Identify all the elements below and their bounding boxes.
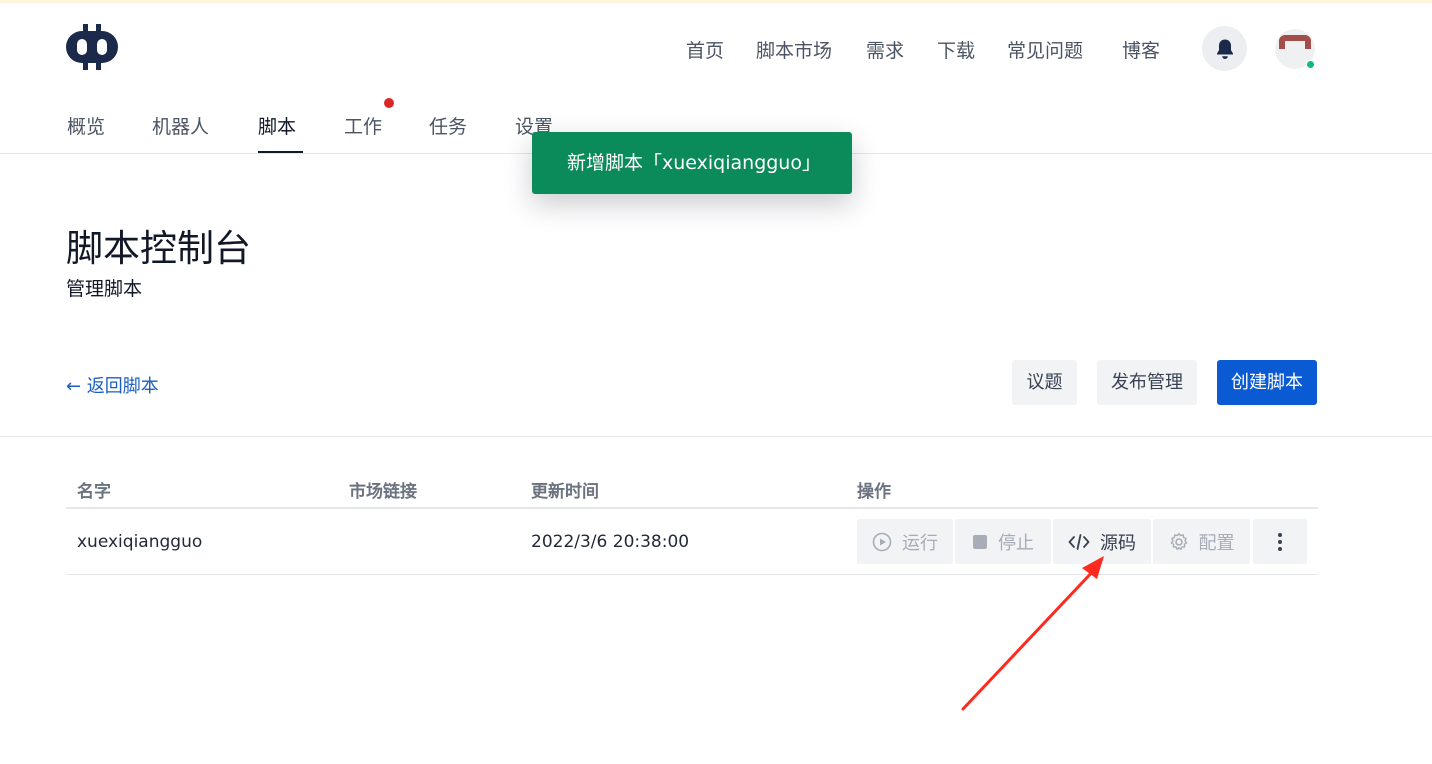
annotation-arrow	[961, 556, 1104, 711]
